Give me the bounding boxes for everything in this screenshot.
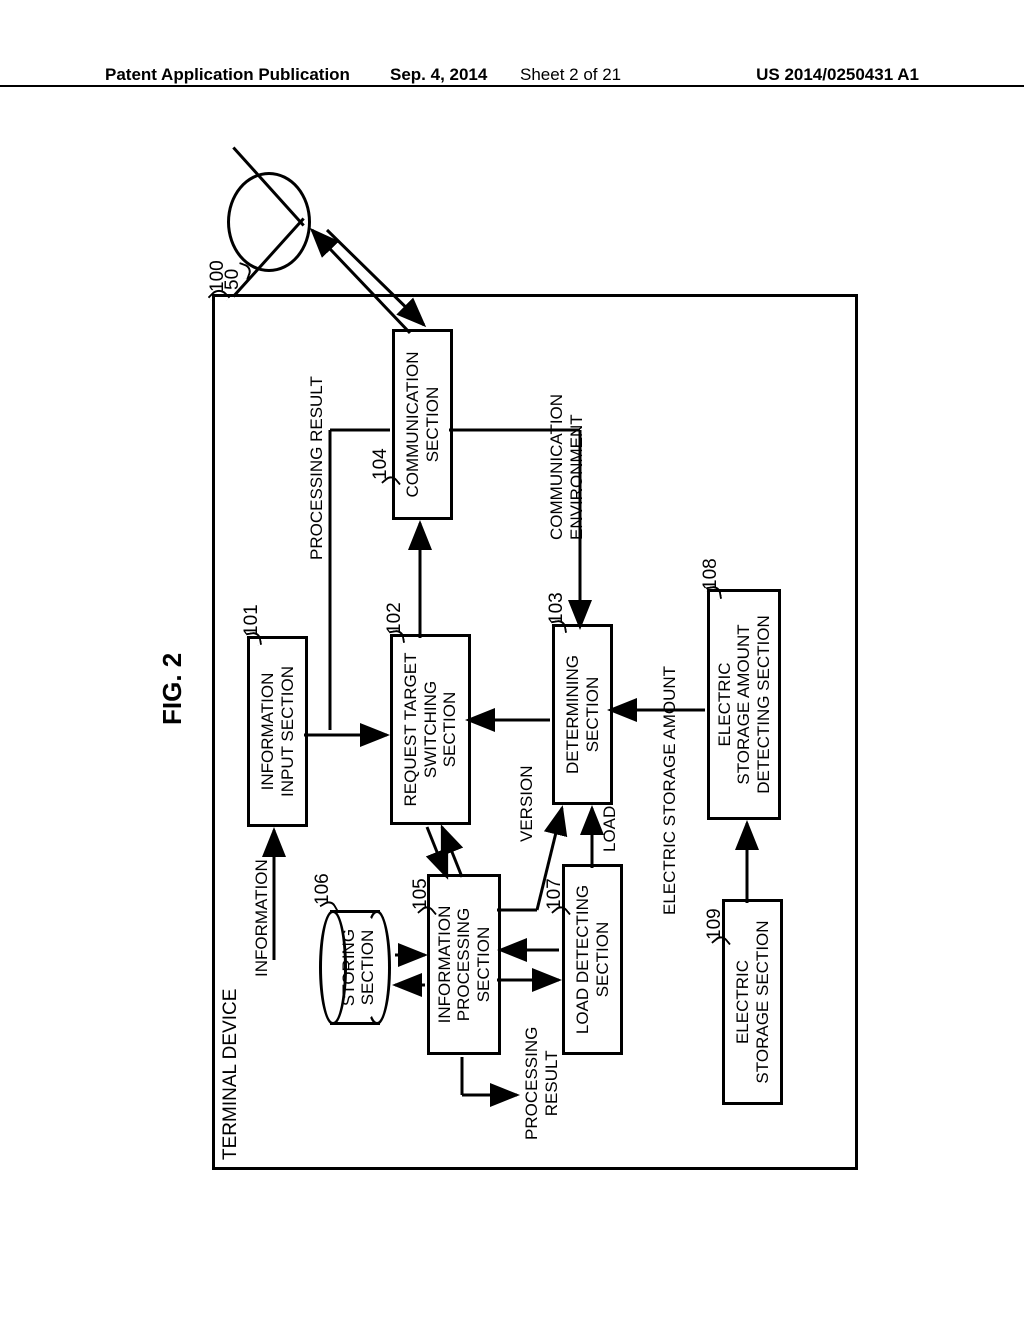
- signal-information: INFORMATION: [252, 859, 272, 977]
- load-detecting-section: LOAD DETECTING SECTION: [562, 864, 623, 1055]
- header-sheet: Sheet 2 of 21: [520, 65, 621, 85]
- signal-electric-storage-amount: ELECTRIC STORAGE AMOUNT: [660, 666, 680, 915]
- page: Patent Application Publication Sep. 4, 2…: [0, 0, 1024, 1320]
- ref-106: 106: [312, 873, 334, 905]
- header-date: Sep. 4, 2014: [390, 65, 487, 85]
- signal-comm-env: COMMUNICATION ENVIRONMENT: [547, 394, 587, 540]
- label-109: ELECTRIC STORAGE SECTION: [733, 920, 772, 1083]
- header-publication: Patent Application Publication: [105, 65, 350, 85]
- information-input-section: INFORMATION INPUT SECTION: [247, 636, 308, 827]
- signal-load: LOAD: [600, 806, 620, 852]
- figure-label: FIG. 2: [157, 653, 188, 725]
- signal-version: VERSION: [517, 765, 537, 842]
- label-103: DETERMINING SECTION: [563, 655, 602, 774]
- request-target-switching-section: REQUEST TARGET SWITCHING SECTION: [390, 634, 471, 825]
- signal-processing-result-left: PROCESSING RESULT: [522, 1027, 562, 1140]
- signal-processing-result-top: PROCESSING RESULT: [307, 376, 327, 560]
- label-104: COMMUNICATION SECTION: [403, 351, 442, 497]
- electric-storage-amount-detecting-section: ELECTRIC STORAGE AMOUNT DETECTING SECTIO…: [707, 589, 781, 820]
- network-icon: [227, 172, 311, 272]
- terminal-device-title: TERMINAL DEVICE: [220, 989, 242, 1160]
- communication-section: COMMUNICATION SECTION: [392, 329, 453, 520]
- label-107: LOAD DETECTING SECTION: [573, 885, 612, 1034]
- diagram-area: FIG. 2 TERMINAL DEVICE 100 50 INFORMATIO…: [0, 330, 1024, 1050]
- ref-108: 108: [700, 558, 722, 590]
- label-105: INFORMATION PROCESSING SECTION: [435, 906, 494, 1024]
- information-processing-section: INFORMATION PROCESSING SECTION: [427, 874, 501, 1055]
- header: Patent Application Publication Sep. 4, 2…: [0, 85, 1024, 117]
- label-101: INFORMATION INPUT SECTION: [258, 666, 297, 797]
- electric-storage-section: ELECTRIC STORAGE SECTION: [722, 899, 783, 1105]
- determining-section: DETERMINING SECTION: [552, 624, 613, 805]
- label-108: ELECTRIC STORAGE AMOUNT DETECTING SECTIO…: [715, 615, 774, 794]
- label-106: STORING SECTION: [340, 910, 377, 1025]
- label-102: REQUEST TARGET SWITCHING SECTION: [401, 653, 460, 807]
- stage: FIG. 2 TERMINAL DEVICE 100 50 INFORMATIO…: [152, 160, 872, 1220]
- header-docnum: US 2014/0250431 A1: [756, 65, 919, 85]
- storing-section: STORING SECTION: [330, 910, 380, 1025]
